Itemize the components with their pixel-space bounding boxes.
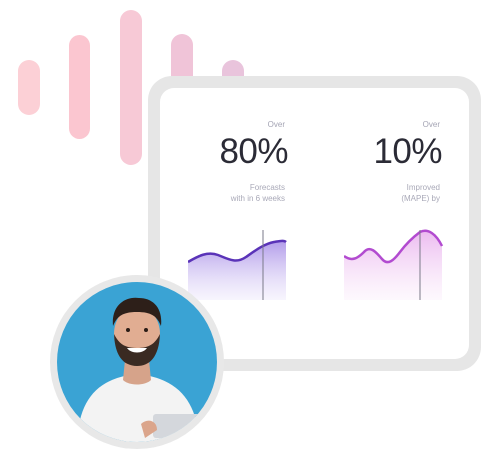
decor-bar-3: [120, 10, 142, 165]
stat-2-caption-line-1: Improved: [406, 183, 440, 192]
person-photo: [77, 297, 203, 442]
stat-1-value: 80%: [219, 132, 288, 171]
decor-bar-2: [69, 35, 90, 139]
stat-2-value: 10%: [373, 132, 442, 171]
mape-sparkline-chart: [344, 229, 444, 300]
avatar: [57, 282, 217, 442]
forecast-sparkline-chart: [188, 230, 287, 300]
stat-1-over-label: Over: [267, 120, 285, 129]
forecast-area: [188, 240, 286, 300]
stat-1-caption-line-2: with in 6 weeks: [230, 194, 285, 203]
decor-bar-1: [18, 60, 40, 115]
stat-2-over-label: Over: [422, 120, 440, 129]
mape-area: [344, 230, 442, 300]
right-eye: [144, 328, 148, 332]
stat-1-caption-line-1: Forecasts: [249, 183, 285, 192]
stat-2-caption-line-2: (MAPE) by: [401, 194, 440, 203]
left-eye: [126, 328, 130, 332]
stat-1-caption: Forecasts with in 6 weeks: [175, 182, 285, 204]
stat-2-caption: Improved (MAPE) by: [340, 182, 440, 204]
